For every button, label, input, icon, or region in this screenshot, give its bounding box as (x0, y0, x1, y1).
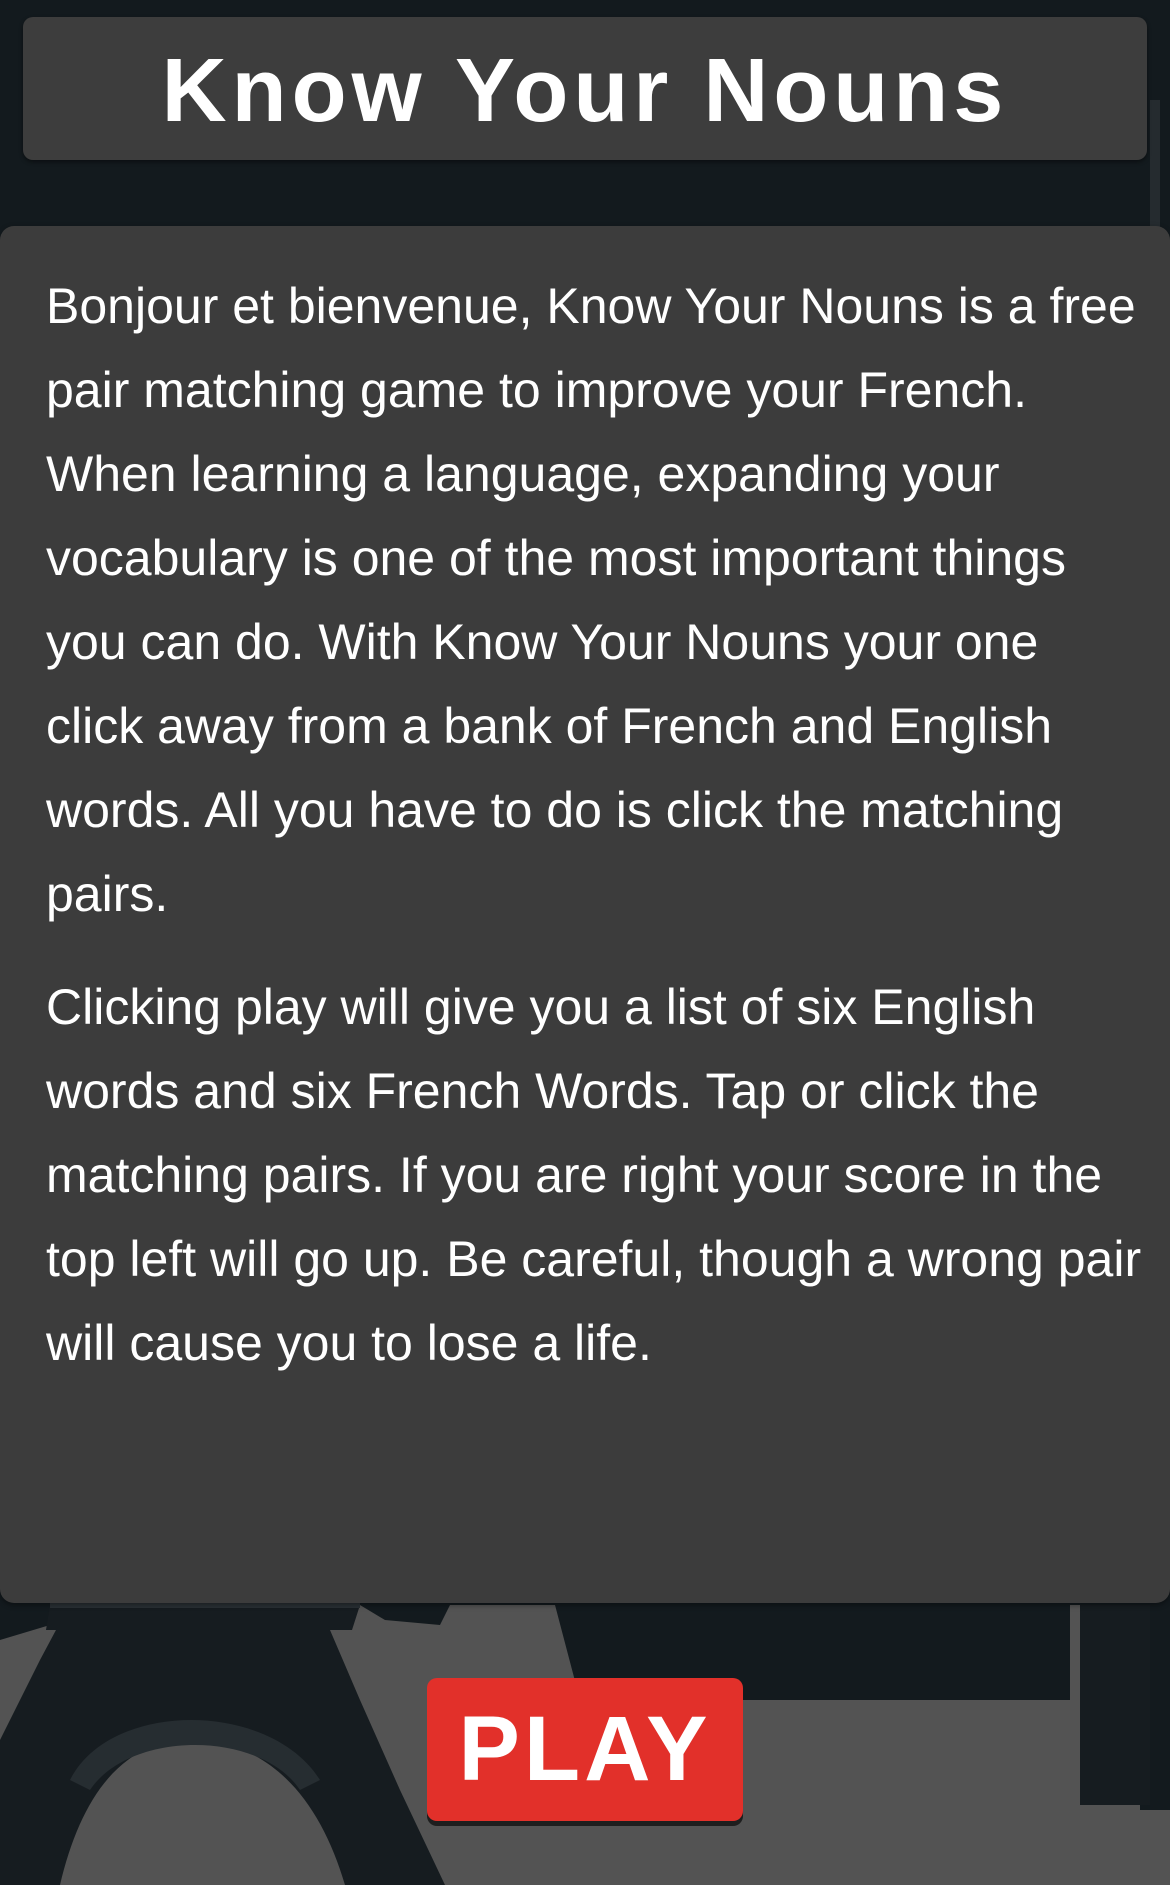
play-button[interactable]: PLAY (427, 1678, 743, 1821)
game-title: Know Your Nouns (161, 40, 1009, 141)
info-panel: Bonjour et bienvenue, Know Your Nouns is… (0, 226, 1170, 1603)
intro-paragraph: Bonjour et bienvenue, Know Your Nouns is… (46, 278, 1136, 922)
title-bar: Know Your Nouns (23, 17, 1147, 160)
instructions-paragraph: Clicking play will give you a list of si… (46, 979, 1142, 1371)
